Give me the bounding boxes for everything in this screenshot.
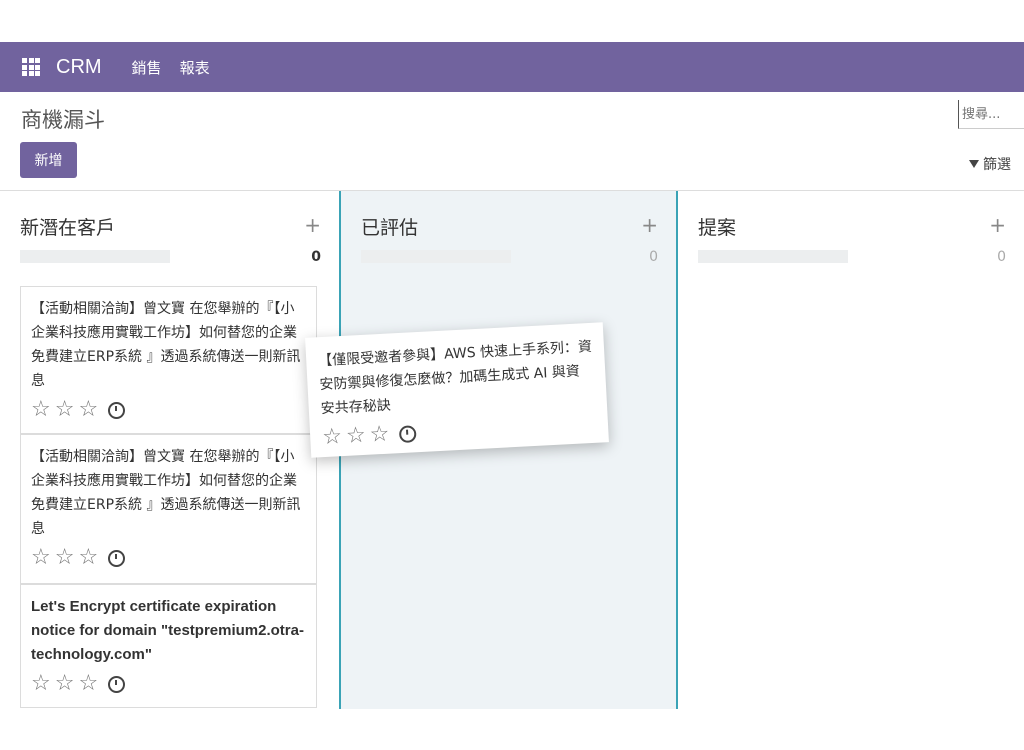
- star-outline-icon[interactable]: ☆: [78, 547, 98, 569]
- app-name[interactable]: CRM: [56, 56, 102, 79]
- plus-icon[interactable]: +: [989, 213, 1006, 237]
- star-outline-icon[interactable]: ☆: [31, 673, 51, 695]
- page-title: 商機漏斗: [21, 108, 105, 132]
- card-title: 【僅限受邀者參與】AWS 快速上手系列：資安防禦與修復怎麼做？加碼生成式 AI …: [317, 338, 593, 418]
- filter-button[interactable]: 篩選: [969, 154, 1011, 174]
- apps-grid-icon[interactable]: [22, 58, 40, 76]
- star-outline-icon[interactable]: ☆: [345, 423, 366, 449]
- top-navbar: CRM 銷售 報表: [0, 42, 1024, 92]
- column-count: 0: [311, 249, 321, 265]
- card-title: 【活動相關洽詢】曾文寶 在您舉辦的『【小企業科技應用實戰工作坊】如何替您的企業免…: [31, 449, 301, 537]
- clock-icon[interactable]: [108, 549, 126, 567]
- search-input[interactable]: [958, 100, 1024, 129]
- card-title: Let's Encrypt certificate expiration not…: [31, 598, 304, 663]
- menu-reports[interactable]: 報表: [180, 57, 210, 78]
- card-meta: ☆ ☆ ☆: [31, 673, 306, 695]
- clock-icon[interactable]: [108, 401, 126, 419]
- card-meta: ☆ ☆ ☆: [31, 399, 306, 421]
- kanban-card[interactable]: 【活動相關洽詢】曾文寶 在您舉辦的『【小企業科技應用實戰工作坊】如何替您的企業免…: [20, 286, 317, 434]
- star-outline-icon[interactable]: ☆: [55, 547, 75, 569]
- column-count: 0: [997, 249, 1006, 265]
- star-outline-icon[interactable]: ☆: [31, 547, 51, 569]
- column-count: 0: [649, 249, 658, 265]
- star-outline-icon[interactable]: ☆: [55, 399, 75, 421]
- plus-icon[interactable]: +: [641, 213, 658, 237]
- star-outline-icon[interactable]: ☆: [55, 673, 75, 695]
- plus-icon[interactable]: +: [304, 213, 321, 237]
- star-outline-icon[interactable]: ☆: [322, 424, 343, 450]
- dragging-card[interactable]: 【僅限受邀者參與】AWS 快速上手系列：資安防禦與修復怎麼做？加碼生成式 AI …: [305, 322, 609, 458]
- star-outline-icon[interactable]: ☆: [78, 399, 98, 421]
- star-outline-icon[interactable]: ☆: [78, 673, 98, 695]
- filter-icon: [969, 160, 979, 168]
- clock-icon[interactable]: [398, 424, 417, 443]
- new-button[interactable]: 新增: [20, 142, 77, 178]
- control-panel: 商機漏斗 新增 篩選: [0, 92, 1024, 190]
- kanban-column-new: 新潛在客戶 + 0 【活動相關洽詢】曾文寶 在您舉辦的『【小企業科技應用實戰工作…: [0, 191, 339, 709]
- card-meta: ☆ ☆ ☆: [31, 547, 306, 569]
- column-title: 已評估: [361, 217, 419, 239]
- kanban-board: 新潛在客戶 + 0 【活動相關洽詢】曾文寶 在您舉辦的『【小企業科技應用實戰工作…: [0, 190, 1024, 709]
- card-title: 【活動相關洽詢】曾文寶 在您舉辦的『【小企業科技應用實戰工作坊】如何替您的企業免…: [31, 301, 301, 389]
- menu-sales[interactable]: 銷售: [132, 57, 162, 78]
- kanban-card[interactable]: Let's Encrypt certificate expiration not…: [20, 584, 317, 708]
- kanban-card[interactable]: 【活動相關洽詢】曾文寶 在您舉辦的『【小企業科技應用實戰工作坊】如何替您的企業免…: [20, 434, 317, 584]
- filter-label: 篩選: [983, 157, 1011, 173]
- column-title: 提案: [698, 217, 737, 239]
- column-progress-bar: [20, 250, 170, 263]
- column-progress-bar: [698, 250, 848, 263]
- star-outline-icon[interactable]: ☆: [369, 422, 390, 448]
- column-title: 新潛在客戶: [20, 217, 116, 239]
- clock-icon[interactable]: [108, 675, 126, 693]
- star-outline-icon[interactable]: ☆: [31, 399, 51, 421]
- kanban-column-proposal: 提案 + 0: [678, 191, 1024, 709]
- column-progress-bar: [361, 250, 511, 263]
